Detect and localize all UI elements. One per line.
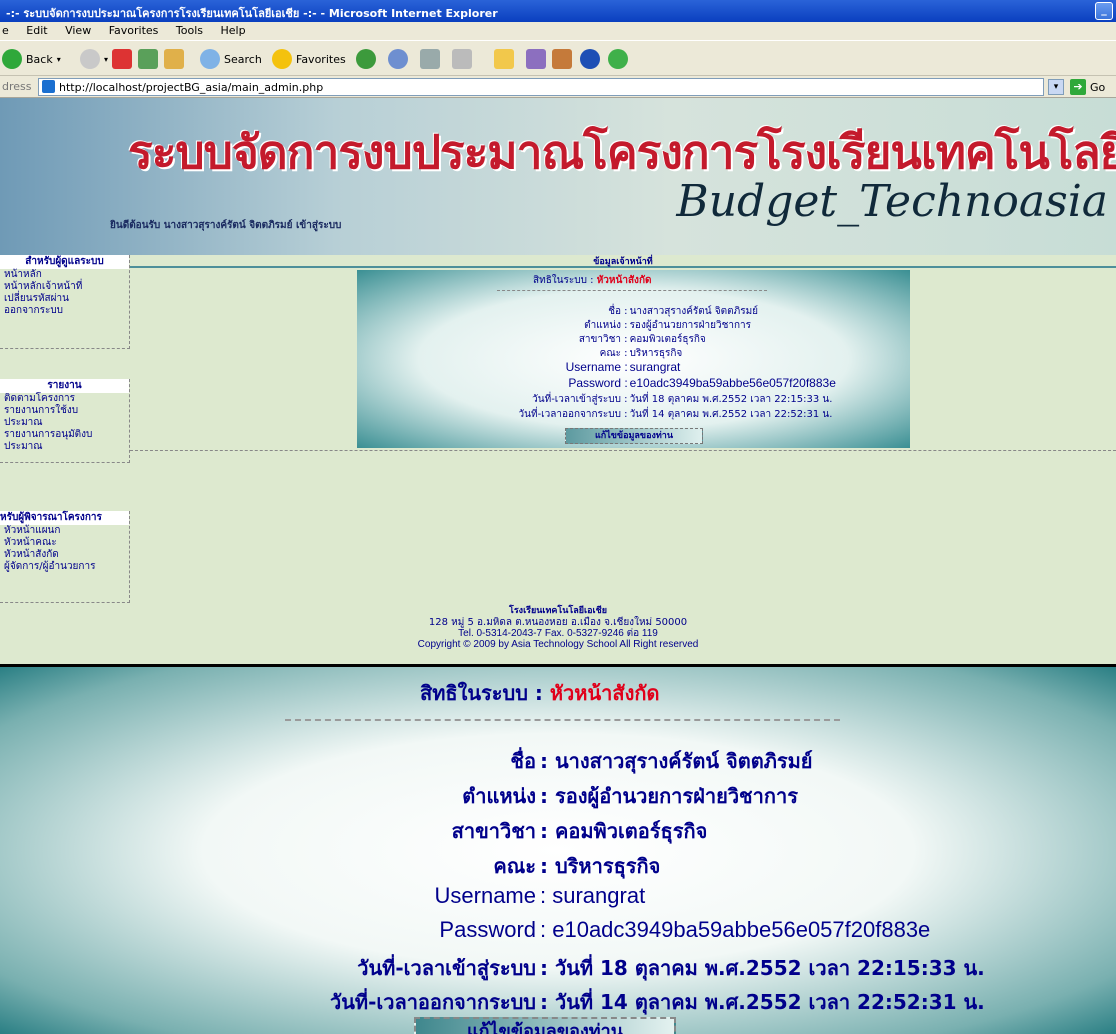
refresh-icon[interactable] — [138, 48, 158, 70]
star-icon — [272, 49, 292, 69]
banner-brand: Budget_Technoasia — [676, 176, 1108, 227]
role-value: หัวหน้าสังกัด — [596, 275, 652, 286]
menu-tools[interactable]: Tools — [176, 24, 203, 37]
field-username: Username : surangrat — [565, 360, 681, 374]
window-titlebar: -:- ระบบจัดการงบประมาณโครงการโรงเรียนเทค… — [0, 0, 1116, 22]
field-password: Password : e10adc3949ba59abbe56e057f20f88… — [568, 376, 836, 390]
field-major: สาขาวิชา : คอมพิวเตอร์ธุรกิจ — [578, 334, 706, 345]
zoomed-profile-panel: สิทธิในระบบ : หัวหน้าสังกัด ชื่อ: นางสาว… — [0, 664, 1116, 1034]
go-button[interactable]: ➔ Go — [1070, 79, 1105, 95]
sidebar: สำหรับผู้ดูแลระบบ หน้าหลัก หน้าหลักเจ้าห… — [0, 255, 130, 610]
discuss-icon[interactable] — [526, 48, 546, 70]
go-arrow-icon: ➔ — [1070, 79, 1086, 95]
field-faculty: คณะ : บริหารธุรกิจ — [599, 348, 683, 359]
admin-menu: สำหรับผู้ดูแลระบบ หน้าหลัก หน้าหลักเจ้าห… — [0, 255, 130, 349]
field-logout-time: วันที่-เวลาออกจากระบบ : วันที่ 14 ตุลาคม … — [518, 409, 833, 420]
zoom-role-value: หัวหน้าสังกัด — [549, 681, 660, 705]
role-row: สิทธิในระบบ : หัวหน้าสังกัด — [533, 275, 652, 286]
edit-icon[interactable] — [452, 48, 472, 70]
admin-menu-title: สำหรับผู้ดูแลระบบ — [0, 255, 129, 269]
forward-dropdown-icon[interactable]: ▾ — [104, 55, 108, 64]
sidebar-item-budget-approval-cont[interactable]: ประมาณ — [0, 441, 129, 453]
sidebar-item-logout[interactable]: ออกจากระบบ — [0, 305, 129, 317]
favorites-button[interactable]: Favorites — [272, 48, 346, 70]
web-page: ระบบจัดการงบประมาณโครงการโรงเรียนเทคโนโล… — [0, 98, 1116, 664]
main-divider — [130, 450, 1116, 451]
address-label: dress — [2, 80, 32, 93]
menu-edit[interactable]: Edit — [26, 24, 47, 37]
zoom-role-label: สิทธิในระบบ — [420, 681, 528, 705]
history-icon[interactable] — [356, 48, 376, 70]
footer-address: 128 หมู่ 5 อ.มหิดล ต.หนองหอย อ.เมือง จ.เ… — [428, 617, 688, 628]
address-bar: dress http://localhost/projectBG_asia/ma… — [0, 76, 1116, 98]
section-title: ข้อมูลเจ้าหน้าที่ — [130, 258, 1116, 268]
bluetooth-icon[interactable] — [580, 48, 600, 70]
menu-help[interactable]: Help — [221, 24, 246, 37]
menu-bar: e Edit View Favorites Tools Help — [0, 22, 1116, 40]
window-title: -:- ระบบจัดการงบประมาณโครงการโรงเรียนเทค… — [6, 7, 498, 20]
close-window-button[interactable]: _ — [1095, 2, 1113, 20]
divider — [497, 290, 767, 291]
menu-favorites[interactable]: Favorites — [109, 24, 159, 37]
menu-file[interactable]: e — [2, 24, 9, 37]
zoom-role-row: สิทธิในระบบ : หัวหน้าสังกัด — [420, 681, 660, 705]
footer-phone: Tel. 0-5314-2043-7 Fax. 0-5327-9246 ต่อ … — [458, 628, 658, 639]
profile-panel: สิทธิในระบบ : หัวหน้าสังกัด ชื่อ : นางสาว… — [357, 270, 910, 448]
field-name: ชื่อ : นางสาวสุรางค์รัตน์ จิตตภิรมย์ — [608, 306, 759, 317]
back-button[interactable]: Back ▾ — [2, 48, 61, 70]
sidebar-item-home[interactable]: หน้าหลัก — [0, 269, 129, 281]
welcome-text: ยินดีต้อนรับ นางสาวสุรางค์รัตน์ จิตตภิรม… — [110, 220, 342, 231]
toolbar: Back ▾ ▾ Search Favorites — [0, 40, 1116, 76]
approvers-menu-title: หรับผู้พิจารณาโครงการ — [0, 511, 129, 525]
mail-icon[interactable] — [388, 48, 408, 70]
approvers-menu: หรับผู้พิจารณาโครงการ หัวหน้าแผนก หัวหน้… — [0, 511, 130, 603]
folder-icon[interactable] — [494, 48, 514, 70]
sidebar-item-faculty-head[interactable]: หัวหน้าคณะ — [0, 537, 129, 549]
back-arrow-icon — [2, 49, 22, 69]
menu-view[interactable]: View — [65, 24, 91, 37]
sidebar-item-department-head[interactable]: หัวหน้าแผนก — [0, 525, 129, 537]
footer-copyright: Copyright © 2009 by Asia Technology Scho… — [417, 639, 699, 650]
stop-icon[interactable] — [112, 48, 132, 70]
zoom-edit-profile-button[interactable]: แก้ไขข้อมูลของท่าน — [414, 1017, 676, 1034]
zoom-divider — [285, 719, 840, 721]
reports-menu: รายงาน ติดตามโครงการ รายงานการใช้งบ ประม… — [0, 379, 130, 463]
sidebar-item-budget-usage[interactable]: รายงานการใช้งบ — [0, 405, 129, 417]
back-dropdown-icon[interactable]: ▾ — [57, 55, 61, 64]
header-banner: ระบบจัดการงบประมาณโครงการโรงเรียนเทคโนโล… — [0, 98, 1116, 255]
messenger-icon[interactable] — [608, 48, 628, 70]
sidebar-item-director[interactable]: ผู้จัดการ/ผู้อำนวยการ — [0, 561, 129, 573]
print-icon[interactable] — [420, 48, 440, 70]
sidebar-item-division-head[interactable]: หัวหน้าสังกัด — [0, 549, 129, 561]
ie-page-icon — [42, 80, 55, 93]
field-login-time: วันที่-เวลาเข้าสู่ระบบ : วันที่ 18 ตุลาคม… — [532, 394, 833, 405]
home-icon[interactable] — [164, 48, 184, 70]
field-position: ตำแหน่ง : รองผู้อำนวยการฝ่ายวิชาการ — [584, 320, 752, 331]
sidebar-item-budget-approval[interactable]: รายงานการอนุมัติงบ — [0, 429, 129, 441]
reports-menu-title: รายงาน — [0, 379, 129, 393]
footer: โรงเรียนเทคโนโลยีเอเชีย 128 หมู่ 5 อ.มหิ… — [0, 606, 1116, 650]
footer-school: โรงเรียนเทคโนโลยีเอเชีย — [509, 606, 607, 616]
sidebar-item-budget-usage-cont[interactable]: ประมาณ — [0, 417, 129, 429]
search-button[interactable]: Search — [200, 48, 262, 70]
forward-button[interactable]: ▾ — [80, 48, 108, 70]
address-dropdown-icon[interactable]: ▾ — [1048, 79, 1064, 95]
edit-profile-button[interactable]: แก้ไขข้อมูลของท่าน — [565, 428, 703, 444]
search-icon — [200, 49, 220, 69]
sidebar-item-change-password[interactable]: เปลี่ยนรหัสผ่าน — [0, 293, 129, 305]
sidebar-item-staff-home[interactable]: หน้าหลักเจ้าหน้าที่ — [0, 281, 129, 293]
address-input[interactable]: http://localhost/projectBG_asia/main_adm… — [38, 78, 1044, 96]
role-label: สิทธิในระบบ — [533, 275, 587, 286]
sidebar-item-track-projects[interactable]: ติดตามโครงการ — [0, 393, 129, 405]
research-icon[interactable] — [552, 48, 572, 70]
forward-arrow-icon — [80, 49, 100, 69]
